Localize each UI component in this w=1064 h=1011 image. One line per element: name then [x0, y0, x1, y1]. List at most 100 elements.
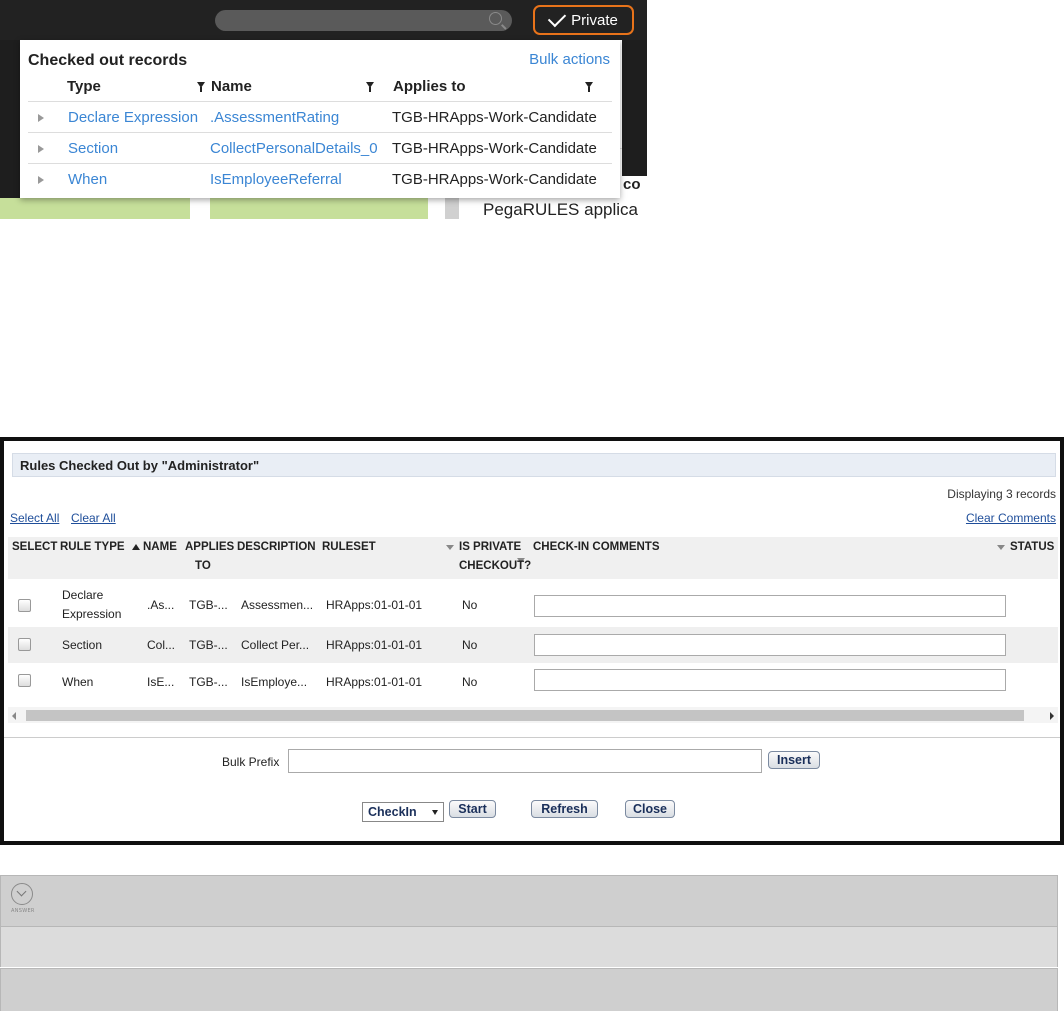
scroll-left-icon[interactable] — [12, 712, 16, 720]
expand-arrow-icon[interactable] — [38, 114, 44, 122]
column-header-is-private[interactable]: IS PRIVATE — [459, 538, 521, 557]
dialog-title: Rules Checked Out by "Administrator" — [20, 458, 260, 473]
record-applies-to: TGB-HRApps-Work-Candidate — [392, 171, 597, 188]
rule-type-cell: When — [62, 675, 94, 689]
description-cell: Assessmen... — [241, 598, 314, 612]
column-menu-icon[interactable] — [446, 545, 454, 550]
search-input[interactable] — [215, 10, 512, 31]
private-button[interactable]: Private — [533, 5, 634, 35]
column-header-select[interactable]: SELECT — [12, 538, 57, 557]
background-dark-area — [0, 40, 20, 198]
check-in-comment-input[interactable] — [534, 669, 1006, 691]
row-select-checkbox[interactable] — [18, 599, 31, 612]
check-in-comment-input[interactable] — [534, 595, 1006, 617]
clear-comments-link[interactable]: Clear Comments — [966, 511, 1056, 525]
chevron-down-icon — [16, 886, 27, 897]
column-header-rule-type[interactable]: RULE TYPE — [60, 538, 125, 557]
popover-title: Checked out records — [28, 52, 188, 69]
list-item[interactable]: When IsEmployeeReferral TGB-HRApps-Work-… — [28, 163, 612, 194]
record-count: Displaying 3 records — [947, 487, 1056, 501]
record-type-link[interactable]: Section — [68, 140, 118, 157]
insert-button[interactable]: Insert — [768, 751, 820, 769]
background-green-block — [0, 198, 190, 219]
record-applies-to: TGB-HRApps-Work-Candidate — [392, 140, 597, 157]
private-button-label: Private — [571, 11, 618, 29]
rule-type-cell: Declare — [62, 588, 104, 602]
select-all-link[interactable]: Select All — [10, 511, 59, 525]
clear-all-link[interactable]: Clear All — [71, 511, 116, 525]
action-select[interactable]: CheckIn — [362, 802, 444, 822]
horizontal-scrollbar[interactable] — [8, 707, 1058, 723]
column-header-is-private-line2: CHECKOUT? — [459, 560, 532, 572]
description-cell: IsEmploye... — [241, 675, 308, 689]
name-cell[interactable]: IsE... — [147, 675, 174, 689]
chevron-down-icon — [432, 810, 438, 815]
sort-ascending-icon[interactable] — [132, 544, 140, 550]
rules-checked-out-screenshot: Rules Checked Out by "Administrator" Dis… — [0, 437, 1064, 845]
ruleset-cell: HRApps:01-01-01 — [326, 675, 423, 689]
expand-arrow-icon[interactable] — [38, 176, 44, 184]
record-type-link[interactable]: Declare Expression — [68, 109, 198, 126]
list-item[interactable]: Declare Expression .AssessmentRating TGB… — [28, 101, 612, 132]
column-header-applies-to[interactable]: Applies to — [393, 78, 466, 98]
column-header-applies-to[interactable]: APPLIES — [185, 538, 234, 557]
scrollbar-thumb[interactable] — [26, 710, 1024, 721]
applies-to-cell: TGB-... — [189, 638, 228, 652]
table-row: When IsE... TGB-... IsEmploye... HRApps:… — [8, 663, 1058, 699]
record-name-link[interactable]: .AssessmentRating — [210, 109, 339, 126]
is-private-cell: No — [462, 638, 478, 652]
name-cell[interactable]: Col... — [147, 638, 175, 652]
dialog-title-bar: Rules Checked Out by "Administrator" — [12, 453, 1056, 477]
search-icon[interactable] — [489, 12, 502, 25]
rules-checked-out-dialog: Rules Checked Out by "Administrator" Dis… — [4, 441, 1060, 841]
bulk-prefix-input[interactable] — [288, 749, 762, 773]
ruleset-cell: HRApps:01-01-01 — [326, 638, 423, 652]
refresh-button[interactable]: Refresh — [531, 800, 598, 818]
table-row: Declare Expression .As... TGB-... Assess… — [8, 583, 1058, 627]
name-cell[interactable]: .As... — [147, 598, 174, 612]
record-name-link[interactable]: CollectPersonalDetails_0 — [210, 140, 378, 157]
action-select-value: CheckIn — [368, 805, 417, 819]
is-private-cell: No — [462, 675, 478, 689]
answer-bar[interactable]: ANSWER — [0, 875, 1058, 927]
divider — [4, 737, 1060, 738]
column-header-ruleset[interactable]: RULESET — [322, 538, 376, 557]
column-header-check-in-comments[interactable]: CHECK-IN COMMENTS — [533, 538, 660, 557]
filter-icon[interactable] — [197, 82, 205, 92]
rule-type-cell-line2: Expression — [62, 607, 122, 621]
start-button[interactable]: Start — [449, 800, 496, 818]
column-header-description[interactable]: DESCRIPTION — [237, 538, 316, 557]
close-button[interactable]: Close — [625, 800, 675, 818]
rule-type-cell: Section — [62, 638, 103, 652]
bulk-actions-link[interactable]: Bulk actions — [529, 51, 610, 68]
list-item[interactable]: Section CollectPersonalDetails_0 TGB-HRA… — [28, 132, 612, 163]
row-select-checkbox[interactable] — [18, 638, 31, 651]
column-menu-icon[interactable] — [997, 545, 1005, 550]
ruleset-cell: HRApps:01-01-01 — [326, 598, 423, 612]
answer-content-area — [0, 927, 1058, 967]
answer-toggle-icon[interactable] — [11, 883, 33, 905]
description-cell: Collect Per... — [241, 638, 310, 652]
column-header-name[interactable]: NAME — [143, 538, 177, 557]
column-header-name[interactable]: Name — [211, 78, 252, 98]
column-header-status[interactable]: STATUS — [1010, 538, 1054, 557]
checked-out-records-popover: Checked out records Bulk actions Type Na… — [20, 40, 620, 198]
column-header-applies-to-line2: TO — [195, 560, 211, 572]
table-header: SELECT RULE TYPE NAME APPLIES TO DESCRIP… — [8, 537, 1058, 579]
check-in-comment-input[interactable] — [534, 634, 1006, 656]
expand-arrow-icon[interactable] — [38, 145, 44, 153]
row-select-checkbox[interactable] — [18, 674, 31, 687]
bulk-prefix-label: Bulk Prefix — [222, 755, 280, 769]
scroll-right-icon[interactable] — [1050, 712, 1054, 720]
app-header: Private — [0, 0, 647, 40]
background-text: co — [623, 176, 641, 193]
background-text: PegaRULES applica — [483, 200, 638, 219]
filter-icon[interactable] — [366, 82, 374, 92]
background-green-block — [210, 198, 428, 219]
filter-icon[interactable] — [585, 82, 593, 92]
record-applies-to: TGB-HRApps-Work-Candidate — [392, 109, 597, 126]
record-name-link[interactable]: IsEmployeeReferral — [210, 171, 342, 188]
column-header-type[interactable]: Type — [67, 78, 101, 98]
applies-to-cell: TGB-... — [189, 675, 228, 689]
record-type-link[interactable]: When — [68, 171, 107, 188]
